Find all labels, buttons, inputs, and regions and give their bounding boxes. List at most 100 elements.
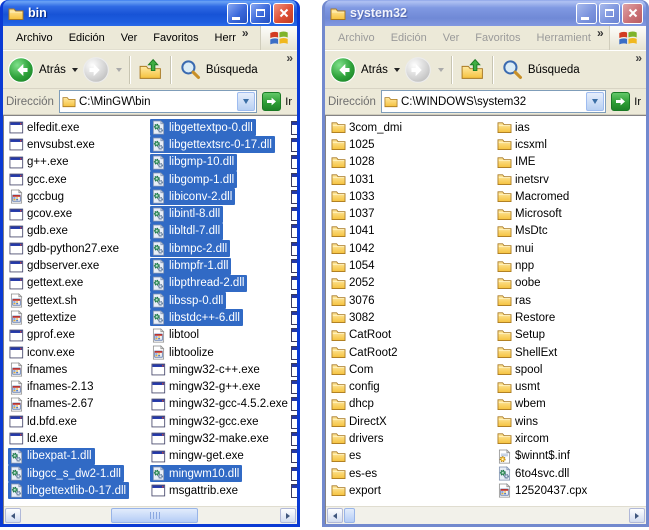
menu-overflow-chevron[interactable]: » <box>242 26 249 40</box>
file-item[interactable]: es <box>330 448 496 465</box>
file-item[interactable]: libgettextpo-0.dll <box>150 119 290 137</box>
file-item[interactable]: libssp-0.dll <box>150 292 290 310</box>
file-item[interactable]: icsxml <box>496 136 646 153</box>
clipped-file-icon[interactable] <box>291 378 297 395</box>
file-item[interactable]: mingwm10.dll <box>150 465 290 483</box>
clipped-file-icon[interactable] <box>291 465 297 482</box>
file-item[interactable]: 1041 <box>330 223 496 240</box>
file-item[interactable]: 1028 <box>330 154 496 171</box>
file-item[interactable]: ras <box>496 292 646 309</box>
forward-button[interactable] <box>82 56 122 84</box>
file-item[interactable]: 3076 <box>330 292 496 309</box>
clipped-file-icon[interactable] <box>291 413 297 430</box>
file-item[interactable]: libltdl-7.dll <box>150 222 290 240</box>
file-item[interactable]: drivers <box>330 430 496 447</box>
file-item[interactable]: wins <box>496 413 646 430</box>
file-item[interactable]: libiconv-2.dll <box>150 188 290 206</box>
close-button[interactable] <box>622 2 643 24</box>
file-item[interactable]: gdbserver.exe <box>8 257 150 274</box>
clipped-file-icon[interactable] <box>291 223 297 240</box>
titlebar[interactable]: system32 <box>325 0 646 26</box>
titlebar[interactable]: bin <box>3 0 297 26</box>
address-input[interactable]: C:\MinGW\bin <box>58 90 258 113</box>
menu-herramientas[interactable]: Herramient <box>529 32 599 44</box>
menu-archivo[interactable]: Archivo <box>330 32 383 44</box>
menu-edicion[interactable]: Edición <box>61 32 113 44</box>
address-dropdown-button[interactable] <box>586 92 605 111</box>
file-item[interactable]: gdb-python27.exe <box>8 240 150 257</box>
file-item[interactable]: ifnames-2.13 <box>8 378 150 395</box>
menu-favoritos[interactable]: Favoritos <box>467 32 528 44</box>
file-item[interactable]: 3com_dmi <box>330 119 496 136</box>
clipped-file-icon[interactable] <box>291 171 297 188</box>
file-item[interactable]: gccbug <box>8 188 150 205</box>
clipped-file-icon[interactable] <box>291 309 297 326</box>
back-button[interactable]: Atrás <box>7 56 78 84</box>
file-item[interactable]: ias <box>496 119 646 136</box>
file-item[interactable]: libtool <box>150 327 290 344</box>
file-item[interactable]: ifnames-2.67 <box>8 396 150 413</box>
file-item[interactable]: libpthread-2.dll <box>150 274 290 292</box>
back-dropdown-caret[interactable] <box>71 67 78 72</box>
file-item[interactable]: Macromed <box>496 188 646 205</box>
clipped-file-icon[interactable] <box>291 188 297 205</box>
file-item[interactable]: libgomp-1.dll <box>150 171 290 189</box>
scrollbar-thumb[interactable] <box>344 508 355 523</box>
file-item[interactable]: Microsoft <box>496 205 646 222</box>
clipped-file-icon[interactable] <box>291 430 297 447</box>
clipped-file-icon[interactable] <box>291 240 297 257</box>
file-item[interactable]: 2052 <box>330 275 496 292</box>
file-item[interactable]: Com <box>330 361 496 378</box>
up-button[interactable] <box>460 57 485 82</box>
clipped-file-icon[interactable] <box>291 327 297 344</box>
file-item[interactable]: libtoolize <box>150 344 290 361</box>
menu-favoritos[interactable]: Favoritos <box>145 32 206 44</box>
file-item[interactable]: Setup <box>496 327 646 344</box>
clipped-file-icon[interactable] <box>291 119 297 136</box>
file-item[interactable]: iconv.exe <box>8 344 150 361</box>
forward-dropdown-caret[interactable] <box>437 67 444 72</box>
file-item[interactable]: mingw-get.exe <box>150 448 290 465</box>
maximize-button[interactable] <box>250 2 271 24</box>
minimize-button[interactable] <box>227 2 248 24</box>
close-button[interactable] <box>273 2 294 24</box>
file-item[interactable]: ifnames <box>8 361 150 378</box>
file-item[interactable]: envsubst.exe <box>8 136 150 153</box>
search-button[interactable]: Búsqueda <box>179 58 258 81</box>
file-item[interactable]: 12520437.cpx <box>496 482 646 499</box>
address-dropdown-button[interactable] <box>237 92 256 111</box>
clipped-file-icon[interactable] <box>291 482 297 499</box>
menu-ver[interactable]: Ver <box>435 32 468 44</box>
forward-button[interactable] <box>404 56 444 84</box>
maximize-button[interactable] <box>599 2 620 24</box>
file-item[interactable]: xircom <box>496 430 646 447</box>
file-item[interactable]: gdb.exe <box>8 223 150 240</box>
minimize-button[interactable] <box>576 2 597 24</box>
clipped-file-icon[interactable] <box>291 275 297 292</box>
file-item[interactable]: DirectX <box>330 413 496 430</box>
file-item[interactable]: spool <box>496 361 646 378</box>
file-item[interactable]: 1033 <box>330 188 496 205</box>
clipped-file-icon[interactable] <box>291 448 297 465</box>
file-item[interactable]: npp <box>496 257 646 274</box>
menu-edicion[interactable]: Edición <box>383 32 435 44</box>
file-item[interactable]: export <box>330 482 496 499</box>
file-item[interactable]: oobe <box>496 275 646 292</box>
forward-dropdown-caret[interactable] <box>115 67 122 72</box>
clipped-file-icon[interactable] <box>291 257 297 274</box>
file-item[interactable]: msgattrib.exe <box>150 482 290 499</box>
go-button[interactable]: Ir <box>262 92 294 111</box>
go-button[interactable]: Ir <box>611 92 643 111</box>
file-item[interactable]: mui <box>496 240 646 257</box>
file-item[interactable]: libgettextlib-0-17.dll <box>8 482 150 500</box>
clipped-file-icon[interactable] <box>291 292 297 309</box>
menu-overflow-chevron[interactable]: » <box>597 26 604 40</box>
toolbar-overflow-chevron[interactable]: » <box>286 51 293 65</box>
file-item[interactable]: 1025 <box>330 136 496 153</box>
clipped-file-icon[interactable] <box>291 344 297 361</box>
clipped-file-icon[interactable] <box>291 361 297 378</box>
file-item[interactable]: gettext.sh <box>8 292 150 309</box>
file-item[interactable]: ld.bfd.exe <box>8 413 150 430</box>
scrollbar-thumb[interactable] <box>111 508 198 523</box>
file-item[interactable]: libexpat-1.dll <box>8 447 150 465</box>
